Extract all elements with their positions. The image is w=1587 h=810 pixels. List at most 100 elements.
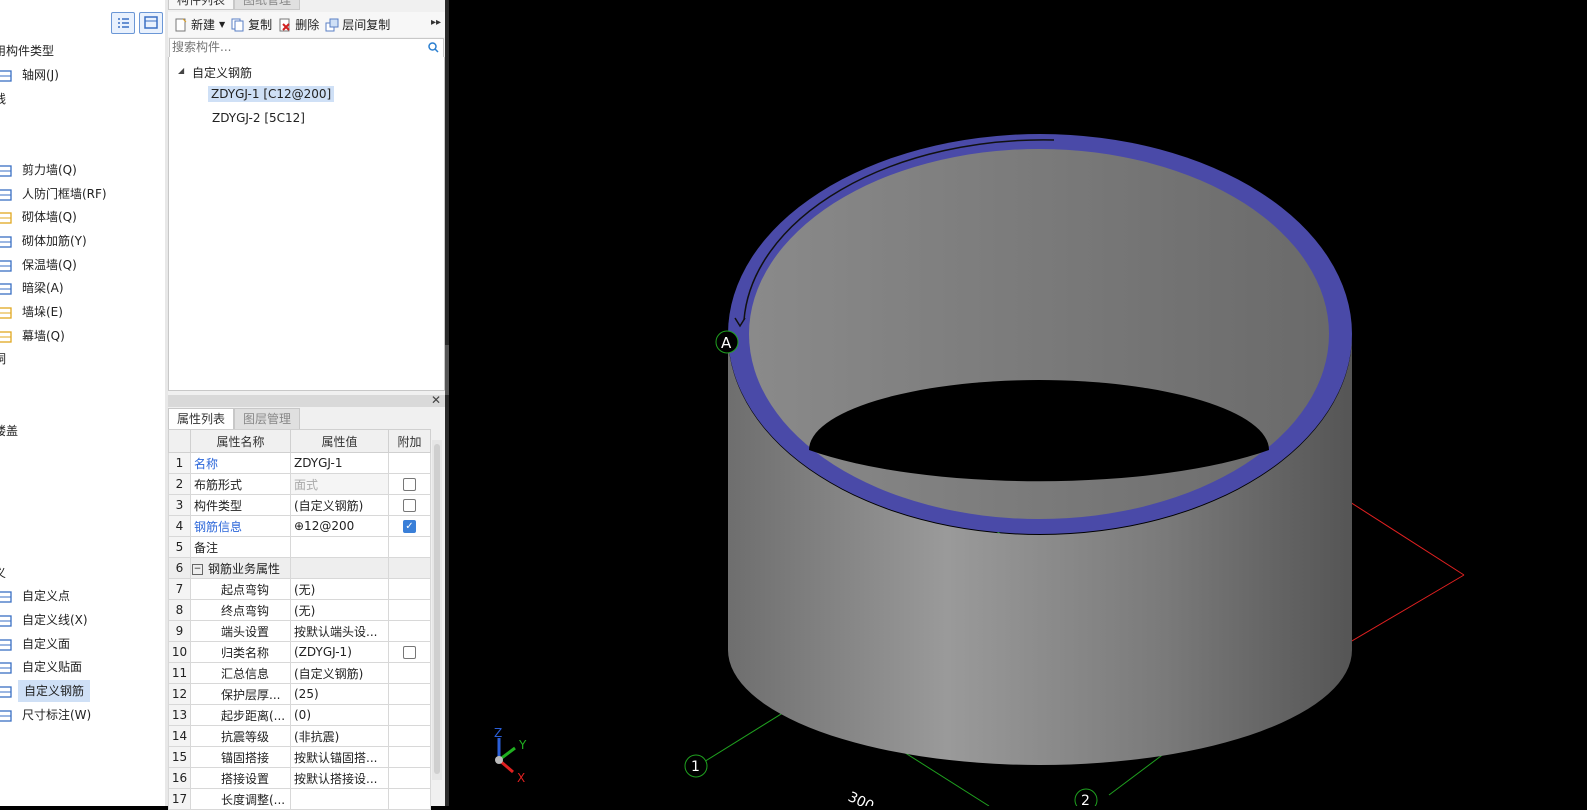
property-value[interactable]: (自定义钢筋): [290, 494, 389, 516]
copy-icon: [231, 18, 244, 31]
property-value[interactable]: 按默认端头设...: [290, 620, 389, 642]
component-tree: ◢ 自定义钢筋 ZDYGJ-1 [C12@200] ZDYGJ-2 [5C12]: [168, 57, 445, 391]
tree-item-label: 自定义面: [22, 637, 71, 651]
property-row[interactable]: 11 汇总信息 (自定义钢筋): [168, 662, 431, 684]
attach-cell: [388, 767, 431, 789]
row-index: 3: [168, 494, 191, 516]
attach-checkbox[interactable]: [403, 478, 416, 491]
property-row[interactable]: 16 搭接设置 按默认搭接设...: [168, 767, 431, 789]
close-icon[interactable]: ✕: [431, 393, 441, 407]
property-name: 锚固搭接: [190, 746, 291, 768]
property-row[interactable]: 10 归类名称 (ZDYGJ-1): [168, 641, 431, 663]
attach-cell: [388, 494, 431, 516]
attach-checkbox[interactable]: [403, 499, 416, 512]
grid-axis-icon: [0, 68, 12, 82]
property-name: 搭接设置: [190, 767, 291, 789]
attach-cell: [388, 704, 431, 726]
tab-layer-management[interactable]: 图层管理: [234, 408, 301, 429]
property-row[interactable]: 4 钢筋信息 ⊕12@200 ✓: [168, 515, 431, 537]
header-attach: 附加: [388, 429, 431, 453]
tree-item-label: 楼盖: [0, 424, 19, 438]
property-value[interactable]: [290, 536, 389, 558]
delete-button[interactable]: 删除: [278, 16, 319, 33]
property-value[interactable]: [290, 788, 389, 810]
tree-item-label: 剪力墙(Q): [22, 163, 77, 177]
new-dropdown-icon[interactable]: ▼: [219, 20, 225, 29]
component-list-panel: 构件列表 图纸管理 新建 ▼ 复制 删除 层间复制 ▸▸ ◢ 自定义钢筋 ZDY…: [168, 0, 445, 810]
property-value[interactable]: (ZDYGJ-1): [290, 641, 389, 663]
icon-view-button[interactable]: [139, 12, 163, 34]
property-row[interactable]: 3 构件类型 (自定义钢筋): [168, 494, 431, 516]
property-value: 面式: [290, 473, 389, 495]
property-name: 抗震等级: [190, 725, 291, 747]
property-row[interactable]: 17 长度调整(...: [168, 788, 431, 810]
property-value[interactable]: (0): [290, 704, 389, 726]
attach-cell: ✓: [388, 515, 431, 537]
list-view-button[interactable]: [111, 12, 135, 34]
property-value[interactable]: ZDYGJ-1: [290, 452, 389, 474]
delete-icon: [279, 18, 290, 31]
dimension-label: 300: [845, 789, 876, 806]
icon-view-icon: [144, 16, 158, 29]
floor-copy-button[interactable]: 层间复制: [325, 16, 390, 33]
new-button[interactable]: 新建 ▼: [174, 16, 225, 33]
tree-item-zdygj-1[interactable]: ZDYGJ-1 [C12@200]: [208, 86, 335, 102]
tree-item-label: 暗梁(A): [22, 281, 64, 295]
tab-component-list[interactable]: 构件列表: [168, 0, 235, 10]
property-row[interactable]: 13 起步距离(... (0): [168, 704, 431, 726]
tree-item-label: 人防门框墙(RF): [22, 187, 107, 201]
tree-item-label: 墙垛(E): [22, 305, 63, 319]
property-row[interactable]: 14 抗震等级 (非抗震): [168, 725, 431, 747]
property-value[interactable]: (无): [290, 599, 389, 621]
property-row[interactable]: 1 名称 ZDYGJ-1: [168, 452, 431, 474]
property-name: 钢筋信息: [190, 515, 291, 537]
row-index: 4: [168, 515, 191, 537]
property-value[interactable]: 按默认搭接设...: [290, 767, 389, 789]
tree-root-label[interactable]: 自定义钢筋: [192, 64, 252, 81]
tree-item-label: 自定义贴面: [22, 660, 83, 674]
tree-item-label: 线: [0, 88, 6, 110]
tab-drawing-management[interactable]: 图纸管理: [234, 0, 301, 10]
tree-item-zdygj-2[interactable]: ZDYGJ-2 [5C12]: [212, 111, 305, 125]
property-value[interactable]: ⊕12@200: [290, 515, 389, 537]
collapse-icon[interactable]: −: [192, 563, 203, 575]
axis-label-2: 2: [1081, 793, 1090, 806]
property-row[interactable]: 6− 钢筋业务属性: [168, 557, 431, 579]
property-row[interactable]: 5 备注: [168, 536, 431, 558]
property-name: 汇总信息: [190, 662, 291, 684]
copy-button[interactable]: 复制: [231, 16, 272, 33]
property-value[interactable]: (25): [290, 683, 389, 705]
property-value[interactable]: (无): [290, 578, 389, 600]
tree-collapse-icon[interactable]: ◢: [178, 66, 184, 75]
properties-panel-header: ✕: [168, 393, 445, 407]
attach-checkbox[interactable]: ✓: [403, 520, 416, 533]
property-value[interactable]: 按默认锚固搭...: [290, 746, 389, 768]
property-row[interactable]: 2 布筋形式 面式: [168, 473, 431, 495]
property-name: 长度调整(...: [190, 788, 291, 810]
more-tools-icon[interactable]: ▸▸: [431, 17, 441, 28]
property-value[interactable]: (非抗震): [290, 725, 389, 747]
component-search-input[interactable]: [170, 39, 424, 55]
tab-property-list[interactable]: 属性列表: [168, 408, 235, 429]
row-index: 15: [168, 746, 191, 768]
3d-scene[interactable]: A 1 2 300 Z Y X: [449, 0, 1587, 806]
property-row[interactable]: 9 端头设置 按默认端头设...: [168, 620, 431, 642]
property-row[interactable]: 8 终点弯钩 (无): [168, 599, 431, 621]
property-row[interactable]: 15 锚固搭接 按默认锚固搭...: [168, 746, 431, 768]
property-row[interactable]: 7 起点弯钩 (无): [168, 578, 431, 600]
scrollbar-thumb[interactable]: [434, 444, 440, 774]
property-value[interactable]: [290, 557, 389, 579]
new-file-icon: [175, 18, 187, 31]
grid-line-red: [1338, 494, 1465, 576]
attach-checkbox[interactable]: [403, 646, 416, 659]
tree-item-label: 保温墙(Q): [22, 258, 77, 272]
property-name: 构件类型: [190, 494, 291, 516]
property-value[interactable]: (自定义钢筋): [290, 662, 389, 684]
property-name: 布筋形式: [190, 473, 291, 495]
property-row[interactable]: 12 保护层厚... (25): [168, 683, 431, 705]
property-name: 归类名称: [190, 641, 291, 663]
property-scrollbar[interactable]: [432, 440, 442, 780]
3d-viewport[interactable]: A 1 2 300 Z Y X: [449, 0, 1587, 806]
tree-item-label: 义: [0, 562, 6, 584]
search-icon[interactable]: [428, 42, 439, 53]
